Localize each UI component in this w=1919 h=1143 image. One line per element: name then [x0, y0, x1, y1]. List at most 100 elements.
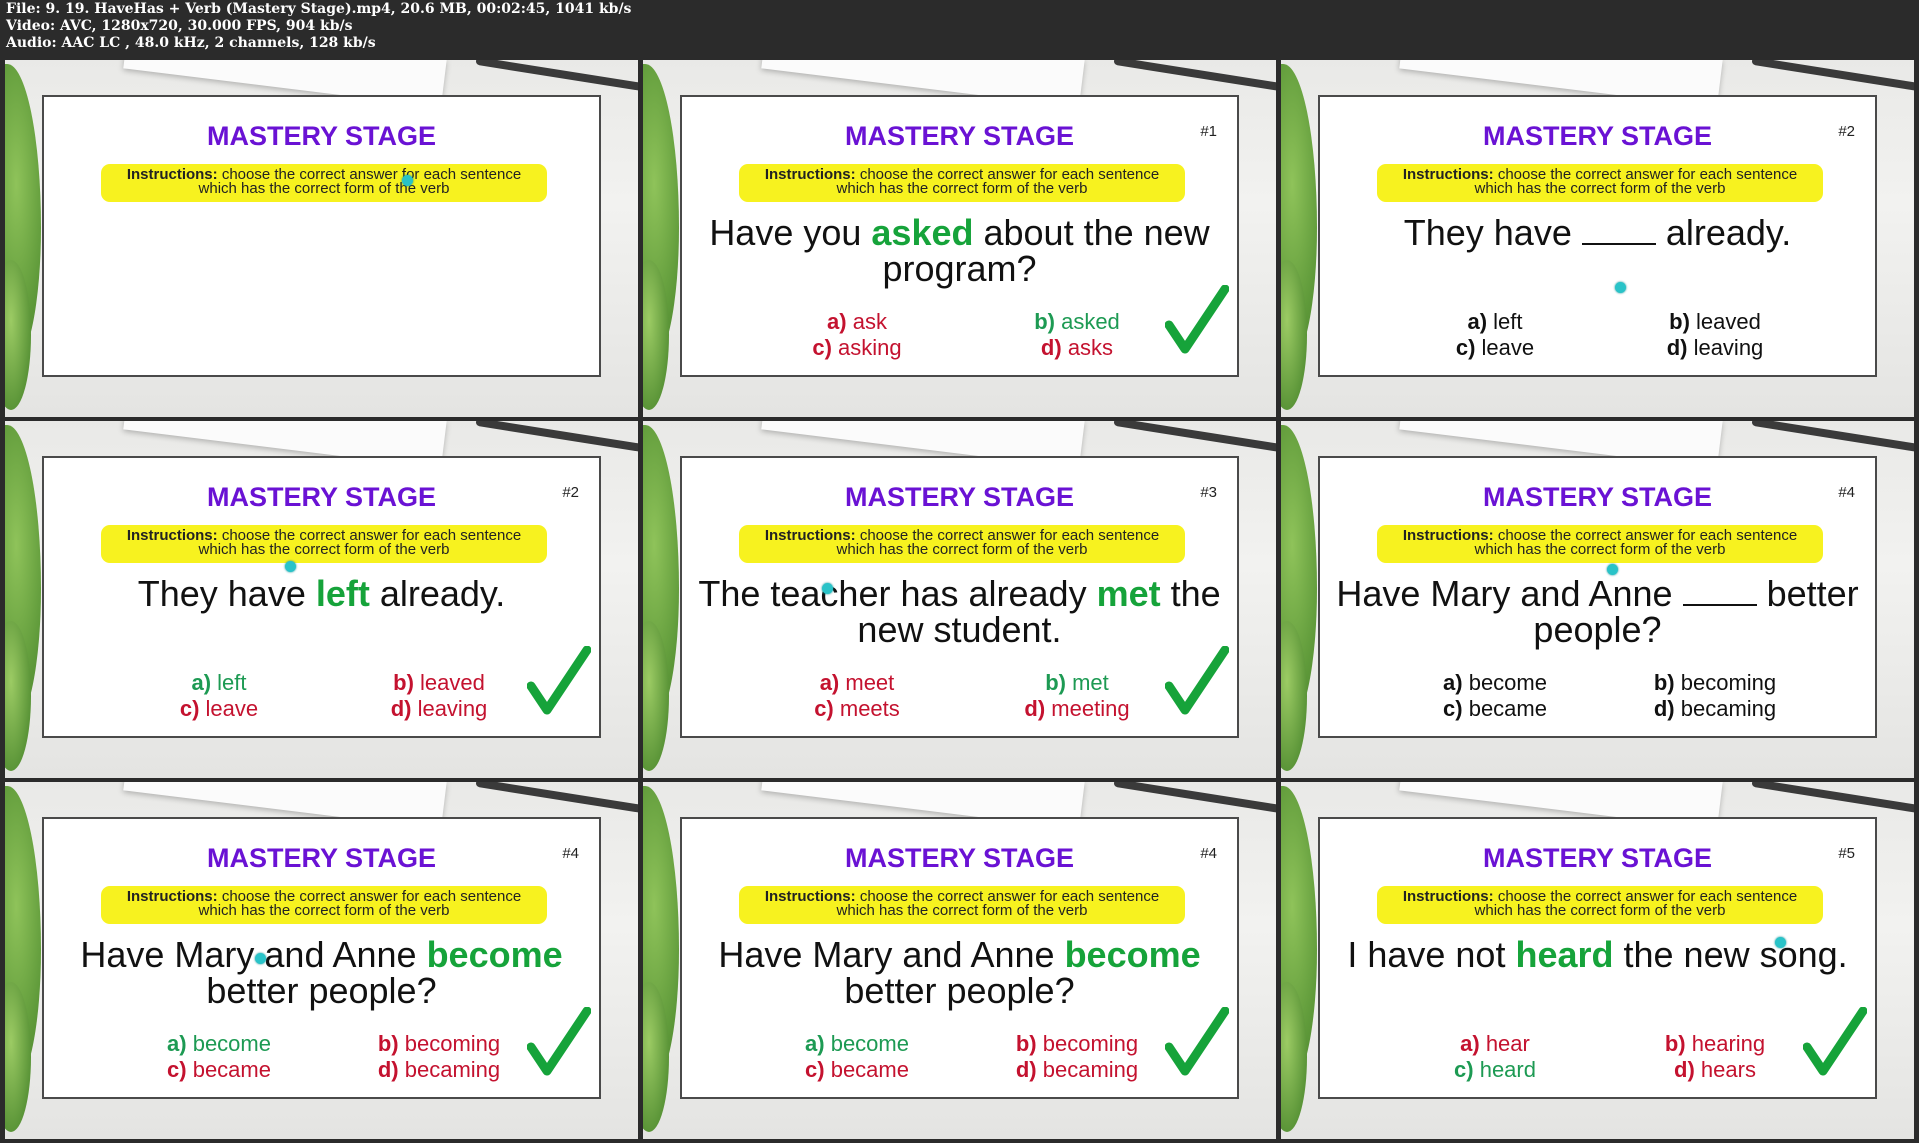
sentence-part: Have Mary and Anne — [718, 934, 1065, 975]
file-info-header: File: 9. 19. HaveHas + Verb (Mastery Sta… — [0, 0, 1919, 58]
option-b: b) asked — [1034, 309, 1120, 334]
option-d: d) becaming — [1653, 696, 1777, 721]
option-d: d) becaming — [377, 1057, 501, 1082]
slide-card: MASTERY STAGE #1 Instructions: choose th… — [680, 95, 1239, 377]
pen-image — [1751, 782, 1914, 814]
option-c: c) became — [167, 1057, 271, 1082]
slide-title: MASTERY STAGE — [844, 482, 1075, 512]
option-c: c) leave — [1455, 335, 1535, 360]
pen-image — [475, 421, 638, 453]
question-number: #4 — [562, 845, 579, 862]
slide-title: MASTERY STAGE — [206, 482, 437, 512]
option-text: became — [1468, 696, 1547, 721]
cursor-pointer-icon — [822, 583, 833, 594]
option-a: a) ask — [827, 309, 887, 334]
question-sentence: Have Mary and Anne become better people? — [44, 937, 599, 1009]
slide-card: MASTERY STAGE #4 Instructions: choose th… — [680, 817, 1239, 1099]
sentence-part: the new song. — [1613, 934, 1848, 975]
answer-highlight: asked — [871, 212, 974, 253]
answer-column-left: a) become c) became — [154, 1031, 284, 1083]
answer-column-right: b) hearing d) hears — [1640, 1031, 1790, 1083]
option-text: become — [830, 1031, 909, 1056]
question-number: #5 — [1838, 845, 1855, 862]
pen-image — [475, 60, 638, 92]
option-b: b) becoming — [1015, 1031, 1139, 1056]
option-a: a) become — [167, 1031, 271, 1056]
answer-column-right: b) becoming d) becaming — [1002, 1031, 1152, 1083]
instructions-box: Instructions: choose the correct answer … — [739, 164, 1185, 202]
question-sentence: They have left already. — [44, 576, 599, 612]
option-c: c) leave — [179, 696, 259, 721]
option-text: leave — [205, 696, 259, 721]
option-d: d) leaving — [1666, 335, 1764, 360]
sentence-part: They have — [1403, 212, 1582, 253]
option-text: became — [192, 1057, 271, 1082]
option-b: b) leaved — [393, 670, 485, 695]
option-text: become — [192, 1031, 271, 1056]
sentence-part: already. — [369, 573, 506, 614]
question-sentence: Have Mary and Anne better people? — [1320, 576, 1875, 648]
answer-column-left: a) ask c) asking — [792, 309, 922, 361]
slide-card: MASTERY STAGE #3 Instructions: choose th… — [680, 456, 1239, 738]
answer-highlight: heard — [1515, 934, 1614, 975]
sentence-part: Have Mary and Anne — [80, 934, 427, 975]
video-thumbnail-9[interactable]: MASTERY STAGE #5 Instructions: choose th… — [1281, 782, 1914, 1139]
answer-blank — [1581, 215, 1656, 245]
option-text: leaving — [417, 696, 488, 721]
option-text: becoming — [1042, 1031, 1139, 1056]
answer-highlight: met — [1096, 573, 1161, 614]
option-c: c) became — [805, 1057, 909, 1082]
option-a: a) become — [805, 1031, 909, 1056]
video-thumbnail-1[interactable]: MASTERY STAGE Instructions: choose the c… — [5, 60, 638, 417]
answer-highlight: become — [1064, 934, 1201, 975]
instructions-text: which has the correct form of the verb — [1474, 902, 1726, 919]
slide-card: MASTERY STAGE Instructions: choose the c… — [42, 95, 601, 377]
sentence-part: I have not — [1347, 934, 1516, 975]
instructions-text: which has the correct form of the verb — [836, 902, 1088, 919]
checkmark-icon — [527, 1007, 591, 1076]
option-text: left — [1493, 309, 1523, 334]
option-text: meet — [845, 670, 895, 695]
slide-card: MASTERY STAGE #4 Instructions: choose th… — [42, 817, 601, 1099]
question-sentence: I have not heard the new song. — [1320, 937, 1875, 973]
question-sentence: Have you asked about the new program? — [682, 215, 1237, 287]
pen-image — [1113, 421, 1276, 453]
checkmark-icon — [527, 646, 591, 715]
slide-title: MASTERY STAGE — [206, 843, 437, 873]
video-thumbnail-4[interactable]: MASTERY STAGE #2 Instructions: choose th… — [5, 421, 638, 778]
option-text: heard — [1479, 1057, 1536, 1082]
pen-image — [1751, 421, 1914, 453]
sentence-part: better people? — [206, 970, 437, 1011]
cursor-pointer-icon — [255, 953, 266, 964]
pen-image — [1113, 60, 1276, 92]
option-c: c) heard — [1454, 1057, 1536, 1082]
option-text: leaving — [1693, 335, 1764, 360]
option-text: leaved — [1696, 309, 1761, 334]
answer-column-right: b) becoming d) becaming — [364, 1031, 514, 1083]
slide-card: MASTERY STAGE #2 Instructions: choose th… — [1318, 95, 1877, 377]
option-a: a) left — [1467, 309, 1523, 334]
option-text: asking — [838, 335, 902, 360]
option-c: c) meets — [814, 696, 900, 721]
video-thumbnail-2[interactable]: MASTERY STAGE #1 Instructions: choose th… — [643, 60, 1276, 417]
video-thumbnail-6[interactable]: MASTERY STAGE #4 Instructions: choose th… — [1281, 421, 1914, 778]
question-number: #4 — [1838, 484, 1855, 501]
video-thumbnail-7[interactable]: MASTERY STAGE #4 Instructions: choose th… — [5, 782, 638, 1139]
option-text: left — [217, 670, 247, 695]
instructions-box: Instructions: choose the correct answer … — [101, 886, 547, 924]
file-info-line: File: 9. 19. HaveHas + Verb (Mastery Sta… — [6, 1, 632, 17]
sentence-part: better people? — [844, 970, 1075, 1011]
checkmark-icon — [1165, 1007, 1229, 1076]
question-sentence: They have already. — [1320, 215, 1875, 251]
answer-column-left: a) meet c) meets — [792, 670, 922, 722]
answer-blank — [1682, 576, 1757, 606]
video-thumbnail-3[interactable]: MASTERY STAGE #2 Instructions: choose th… — [1281, 60, 1914, 417]
answer-column-right: b) met d) meeting — [1002, 670, 1152, 722]
instructions-box: Instructions: choose the correct answer … — [1377, 525, 1823, 563]
option-b: b) becoming — [1653, 670, 1777, 695]
option-c: c) asking — [812, 335, 902, 360]
sentence-part: Have you — [709, 212, 872, 253]
option-a: a) become — [1443, 670, 1547, 695]
video-thumbnail-5[interactable]: MASTERY STAGE #3 Instructions: choose th… — [643, 421, 1276, 778]
video-thumbnail-8[interactable]: MASTERY STAGE #4 Instructions: choose th… — [643, 782, 1276, 1139]
